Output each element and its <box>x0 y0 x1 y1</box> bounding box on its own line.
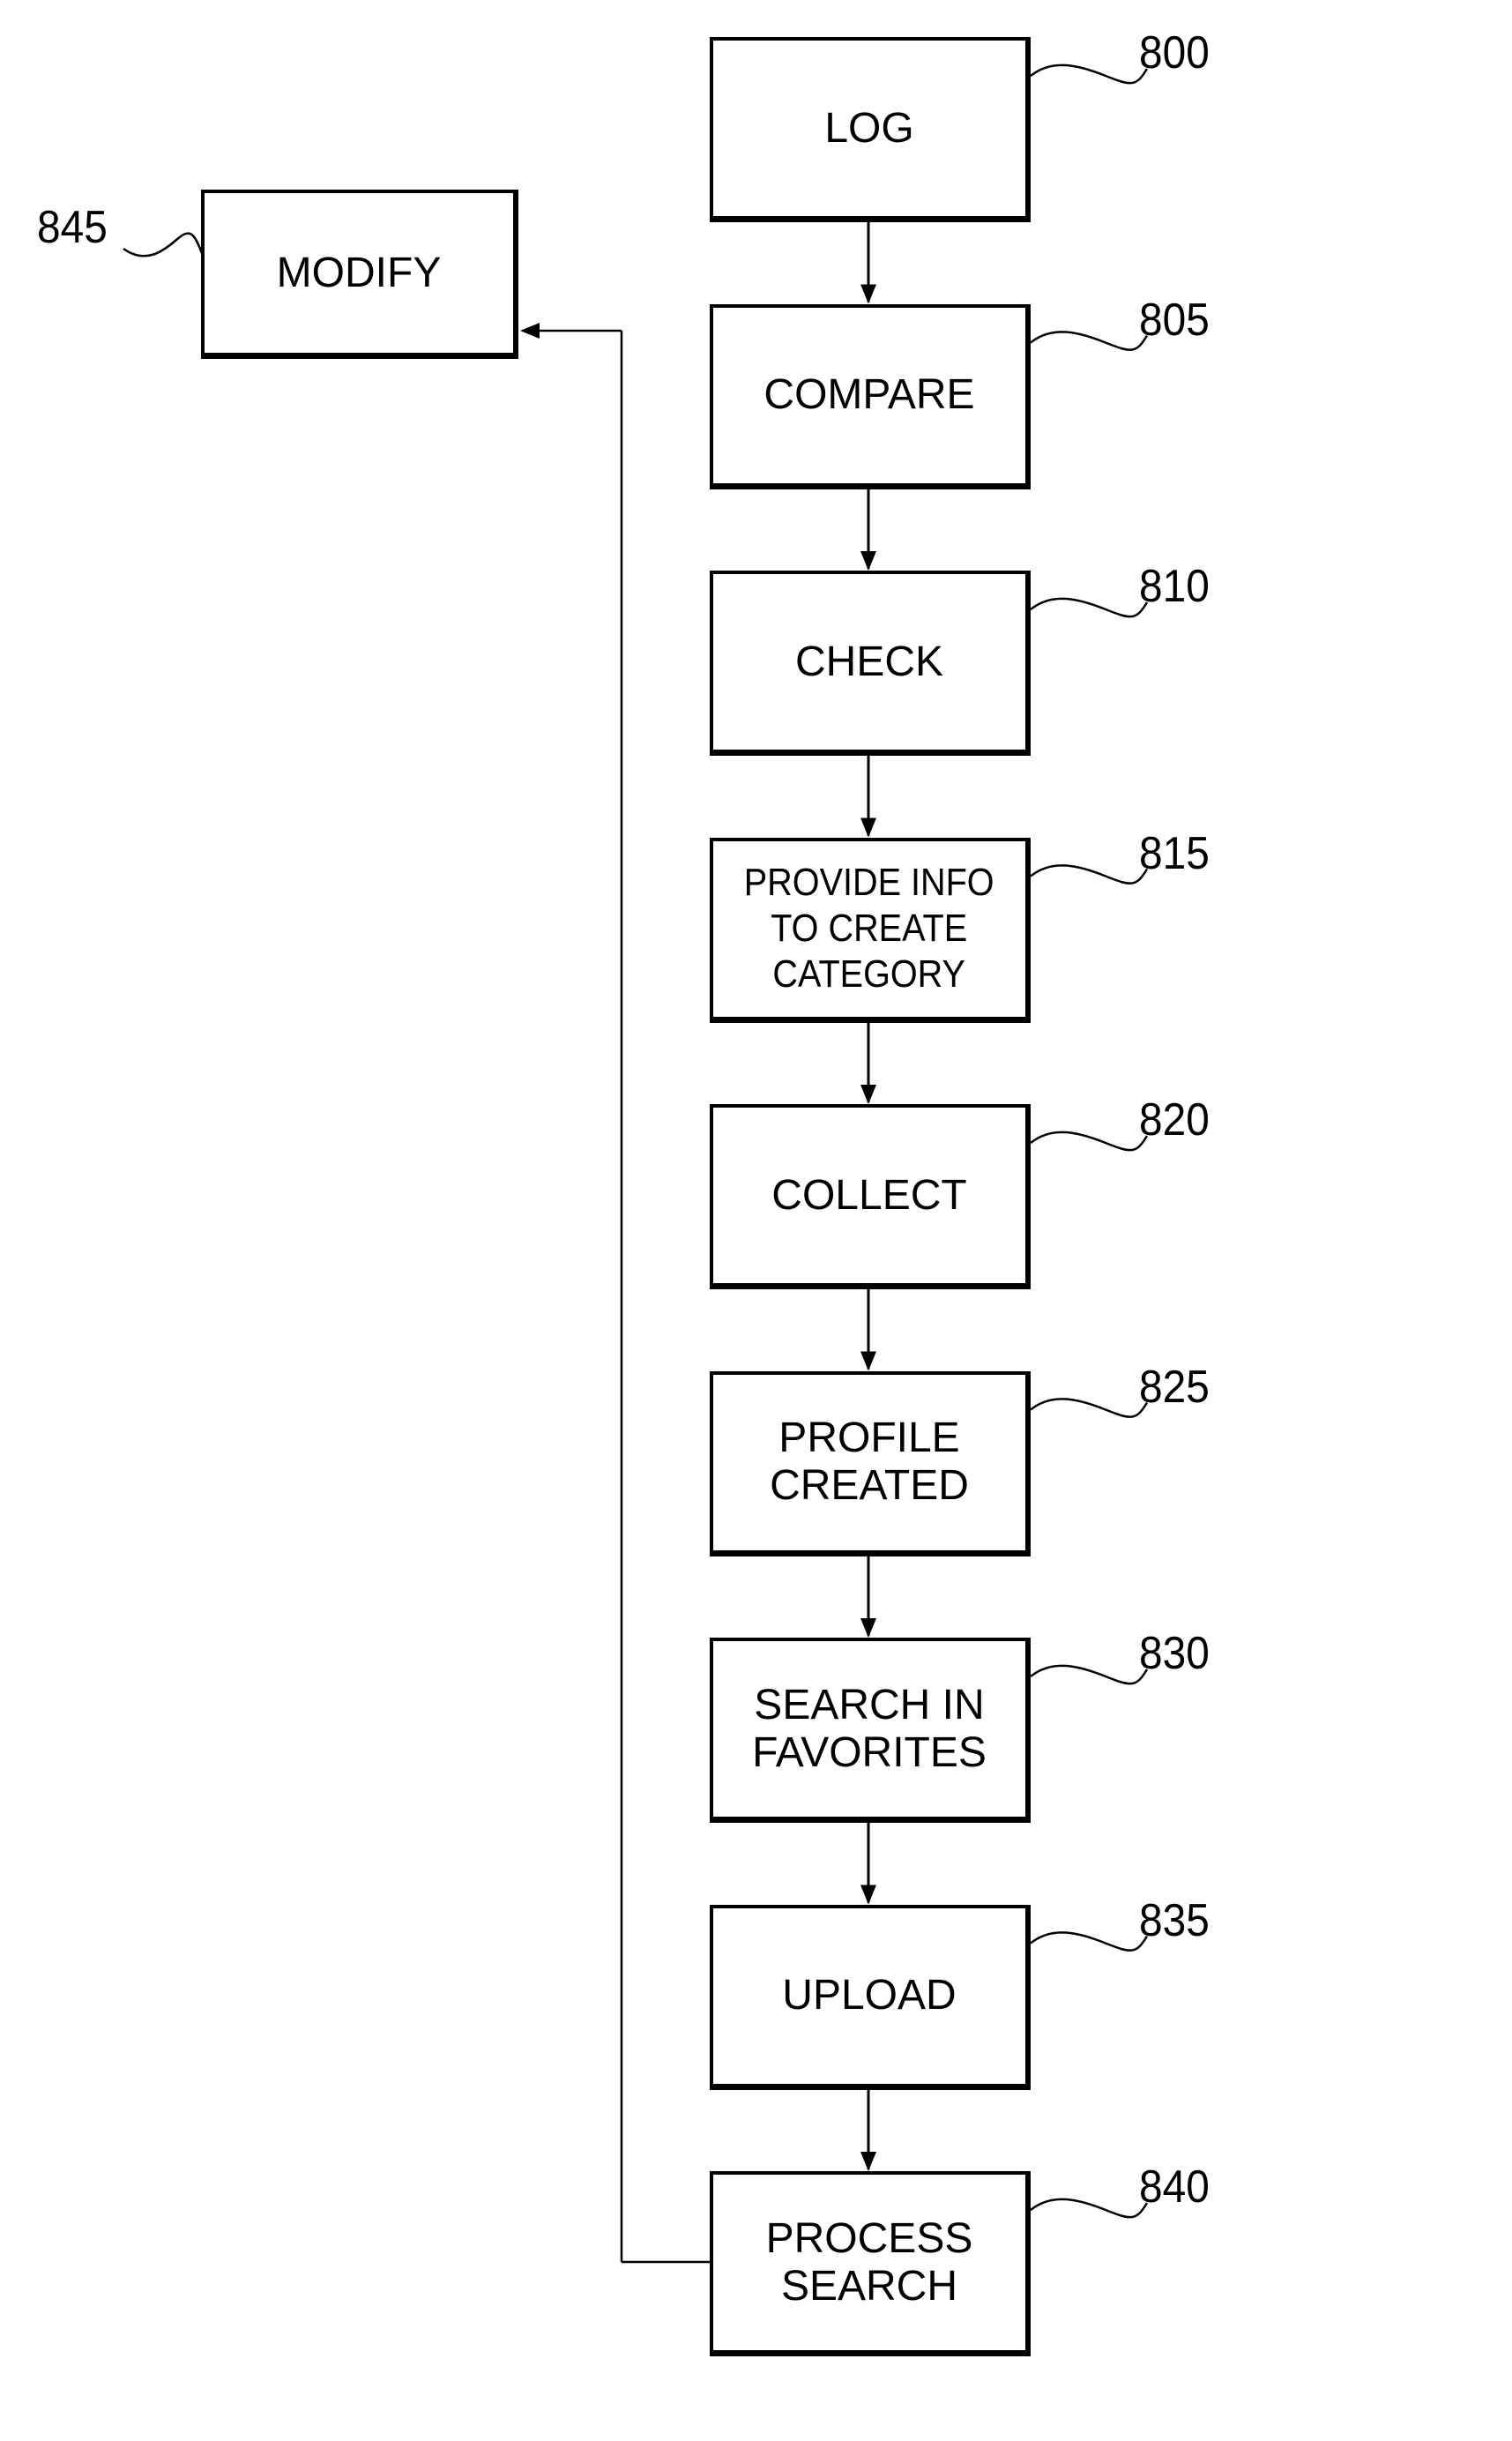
reference-numeral: 800 <box>1139 27 1210 78</box>
step-label: LOG <box>824 104 914 152</box>
leader-line <box>1030 2198 1149 2219</box>
step-label: UPLOAD <box>782 1972 957 2019</box>
step-box-825: PROFILE CREATED <box>710 1370 1031 1556</box>
leader-line <box>1030 1664 1149 1685</box>
reference-numeral: 805 <box>1139 294 1210 346</box>
leader-line <box>1030 864 1149 885</box>
step-label: COMPARE <box>763 371 975 418</box>
leader-line <box>1030 63 1149 85</box>
arrowhead-icon <box>860 1885 876 1905</box>
step-box-840: PROCESS SEARCH <box>710 2171 1031 2356</box>
leader-line <box>1030 1931 1149 1952</box>
reference-numeral: 830 <box>1139 1628 1210 1679</box>
arrowhead-icon <box>860 551 876 571</box>
step-label: PROFILE CREATED <box>770 1415 969 1509</box>
leader-line <box>1030 597 1149 618</box>
arrowhead-icon <box>860 2152 876 2171</box>
arrowhead-icon <box>860 817 876 838</box>
arrowhead-icon <box>860 1618 876 1638</box>
step-box-820: COLLECT <box>710 1104 1031 1289</box>
reference-numeral: 820 <box>1139 1094 1210 1146</box>
step-label: PROCESS SEARCH <box>765 2214 973 2310</box>
reference-numeral: 840 <box>1139 2161 1210 2213</box>
leader-line <box>123 232 205 258</box>
reference-numeral: 810 <box>1139 561 1210 612</box>
leader-line <box>1030 1398 1149 1418</box>
reference-numeral: 815 <box>1139 827 1210 879</box>
step-box-810: CHECK <box>710 571 1031 756</box>
arrowhead-icon <box>860 284 876 304</box>
step-label: COLLECT <box>771 1171 967 1219</box>
reference-numeral: 835 <box>1139 1894 1210 1946</box>
arrowhead-icon <box>860 1085 876 1104</box>
reference-numeral: 845 <box>37 202 108 253</box>
arrowhead-icon <box>520 323 540 339</box>
step-box-800: LOG <box>710 37 1031 222</box>
reference-numeral: 825 <box>1139 1361 1210 1413</box>
step-box-830: SEARCH IN FAVORITES <box>710 1638 1031 1823</box>
step-label: MODIFY <box>276 249 442 296</box>
step-box-815: PROVIDE INFO TO CREATE CATEGORY <box>710 837 1031 1023</box>
step-label: SEARCH IN FAVORITES <box>752 1681 987 1776</box>
arrowhead-icon <box>860 1351 876 1371</box>
leader-line <box>1030 1131 1149 1152</box>
leader-line <box>1030 331 1149 351</box>
step-label: CHECK <box>794 638 944 685</box>
step-box-modify: MODIFY <box>201 190 518 359</box>
step-box-835: UPLOAD <box>710 1904 1031 2090</box>
step-label: PROVIDE INFO TO CREATE CATEGORY <box>744 861 994 996</box>
step-box-805: COMPARE <box>710 303 1031 489</box>
